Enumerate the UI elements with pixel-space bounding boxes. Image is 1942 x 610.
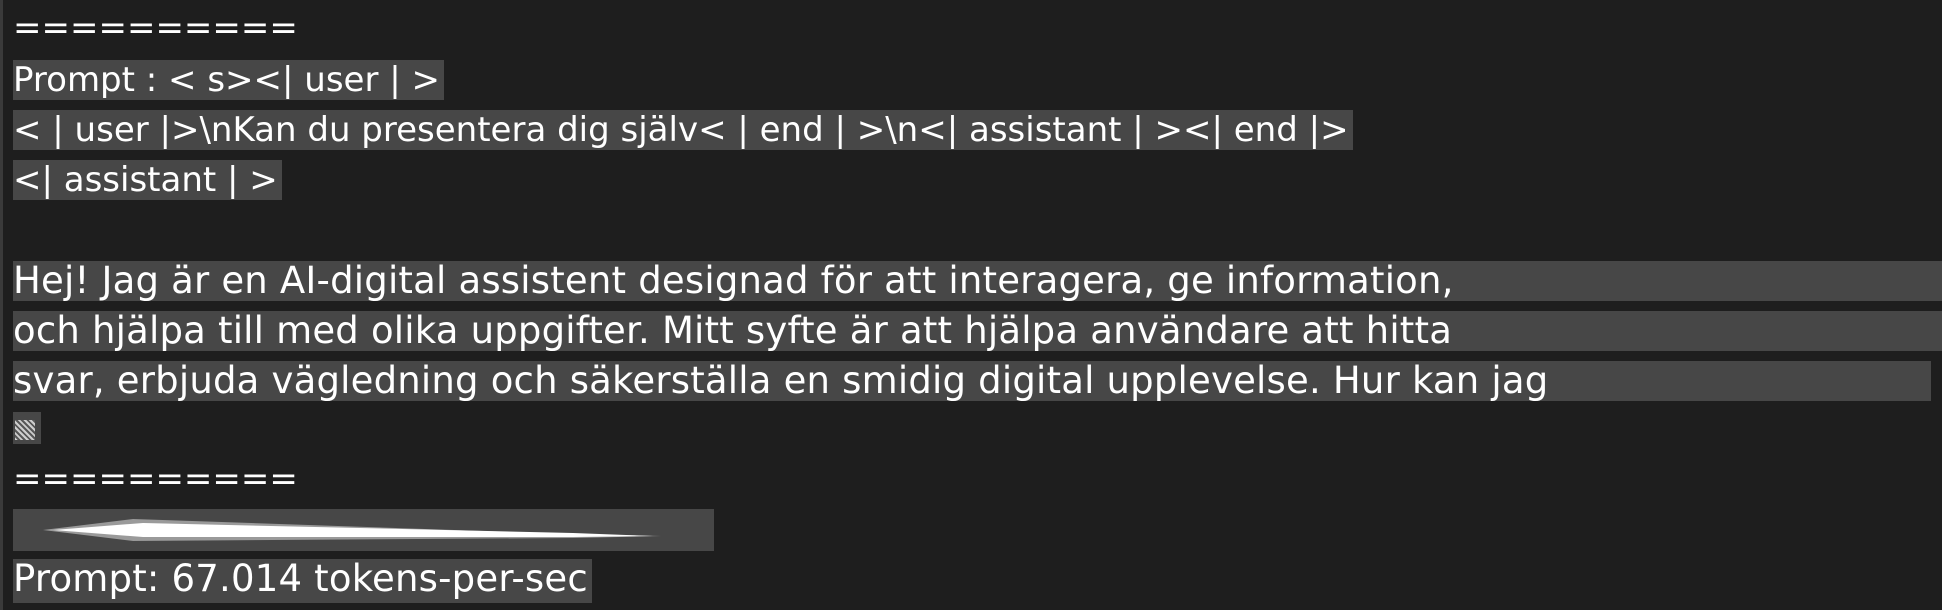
garbled-line-bar — [13, 509, 714, 551]
separator-bottom: ========== — [13, 459, 298, 499]
separator-top: ========== — [13, 8, 298, 48]
tokens-per-sec-line: Prompt: 67.014 tokens-per-sec — [13, 559, 592, 603]
response-line-3: svar, erbjuda vägledning och säkerställa… — [13, 361, 1931, 401]
prompt-line-3: <| assistant | > — [13, 160, 282, 200]
prompt-line-1: Prompt : < s><| user | > — [13, 60, 445, 100]
prompt-line-2: < | user |>\nKan du presentera dig själv… — [13, 110, 1353, 150]
response-line-2: och hjälpa till med olika uppgifter. Mit… — [13, 311, 1942, 351]
response-line-1: Hej! Jag är en AI-digital assistent desi… — [13, 261, 1942, 301]
garbled-glyph-icon — [15, 420, 35, 440]
terminal-output: ========== Prompt : < s><| user | > < | … — [0, 0, 1942, 610]
streak-graphic-icon — [43, 519, 661, 541]
